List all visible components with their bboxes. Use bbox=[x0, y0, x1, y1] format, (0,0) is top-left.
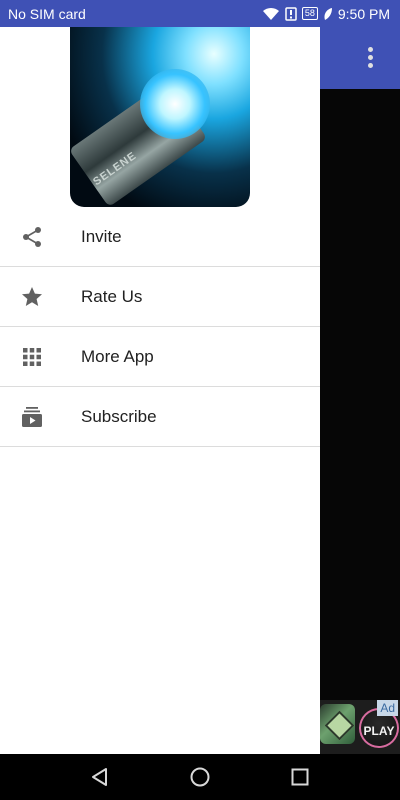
drawer-menu: Invite Rate Us More App Subscribe bbox=[0, 207, 320, 447]
status-bar: No SIM card 58 9:50 PM bbox=[0, 0, 400, 27]
menu-item-subscribe[interactable]: Subscribe bbox=[0, 387, 320, 447]
app-toolbar bbox=[320, 27, 400, 89]
app-content-scrim[interactable] bbox=[320, 89, 400, 754]
overflow-menu-icon[interactable] bbox=[362, 47, 378, 71]
star-icon bbox=[22, 287, 42, 306]
ad-app-icon[interactable] bbox=[320, 704, 355, 744]
apps-grid-icon bbox=[23, 348, 41, 366]
home-icon[interactable] bbox=[189, 766, 211, 788]
menu-item-label: Subscribe bbox=[81, 406, 157, 426]
notification-icon bbox=[285, 6, 297, 21]
leaf-icon bbox=[324, 7, 332, 20]
flashlight-beam bbox=[140, 69, 210, 139]
drawer-header-image: SELENE bbox=[70, 27, 250, 207]
menu-item-rate-us[interactable]: Rate Us bbox=[0, 267, 320, 327]
back-icon[interactable] bbox=[89, 766, 111, 788]
subscriptions-icon bbox=[22, 407, 42, 427]
battery-level: 58 bbox=[301, 7, 318, 20]
carrier-label: No SIM card bbox=[8, 5, 86, 22]
menu-item-label: Invite bbox=[81, 226, 122, 246]
menu-item-label: Rate Us bbox=[81, 286, 143, 306]
ad-banner[interactable]: PLAY Ad bbox=[320, 700, 400, 754]
navigation-drawer: SELENE Invite Rate Us More App Subscribe bbox=[0, 27, 320, 754]
system-nav-bar bbox=[0, 754, 400, 800]
menu-item-label: More App bbox=[81, 346, 154, 366]
recents-icon[interactable] bbox=[289, 766, 311, 788]
menu-item-more-app[interactable]: More App bbox=[0, 327, 320, 387]
menu-item-invite[interactable]: Invite bbox=[0, 207, 320, 267]
clock: 9:50 PM bbox=[337, 5, 390, 22]
ad-badge[interactable]: Ad bbox=[377, 700, 398, 716]
share-icon bbox=[23, 227, 41, 247]
status-icons: 58 9:50 PM bbox=[262, 6, 390, 22]
wifi-icon bbox=[262, 7, 279, 20]
